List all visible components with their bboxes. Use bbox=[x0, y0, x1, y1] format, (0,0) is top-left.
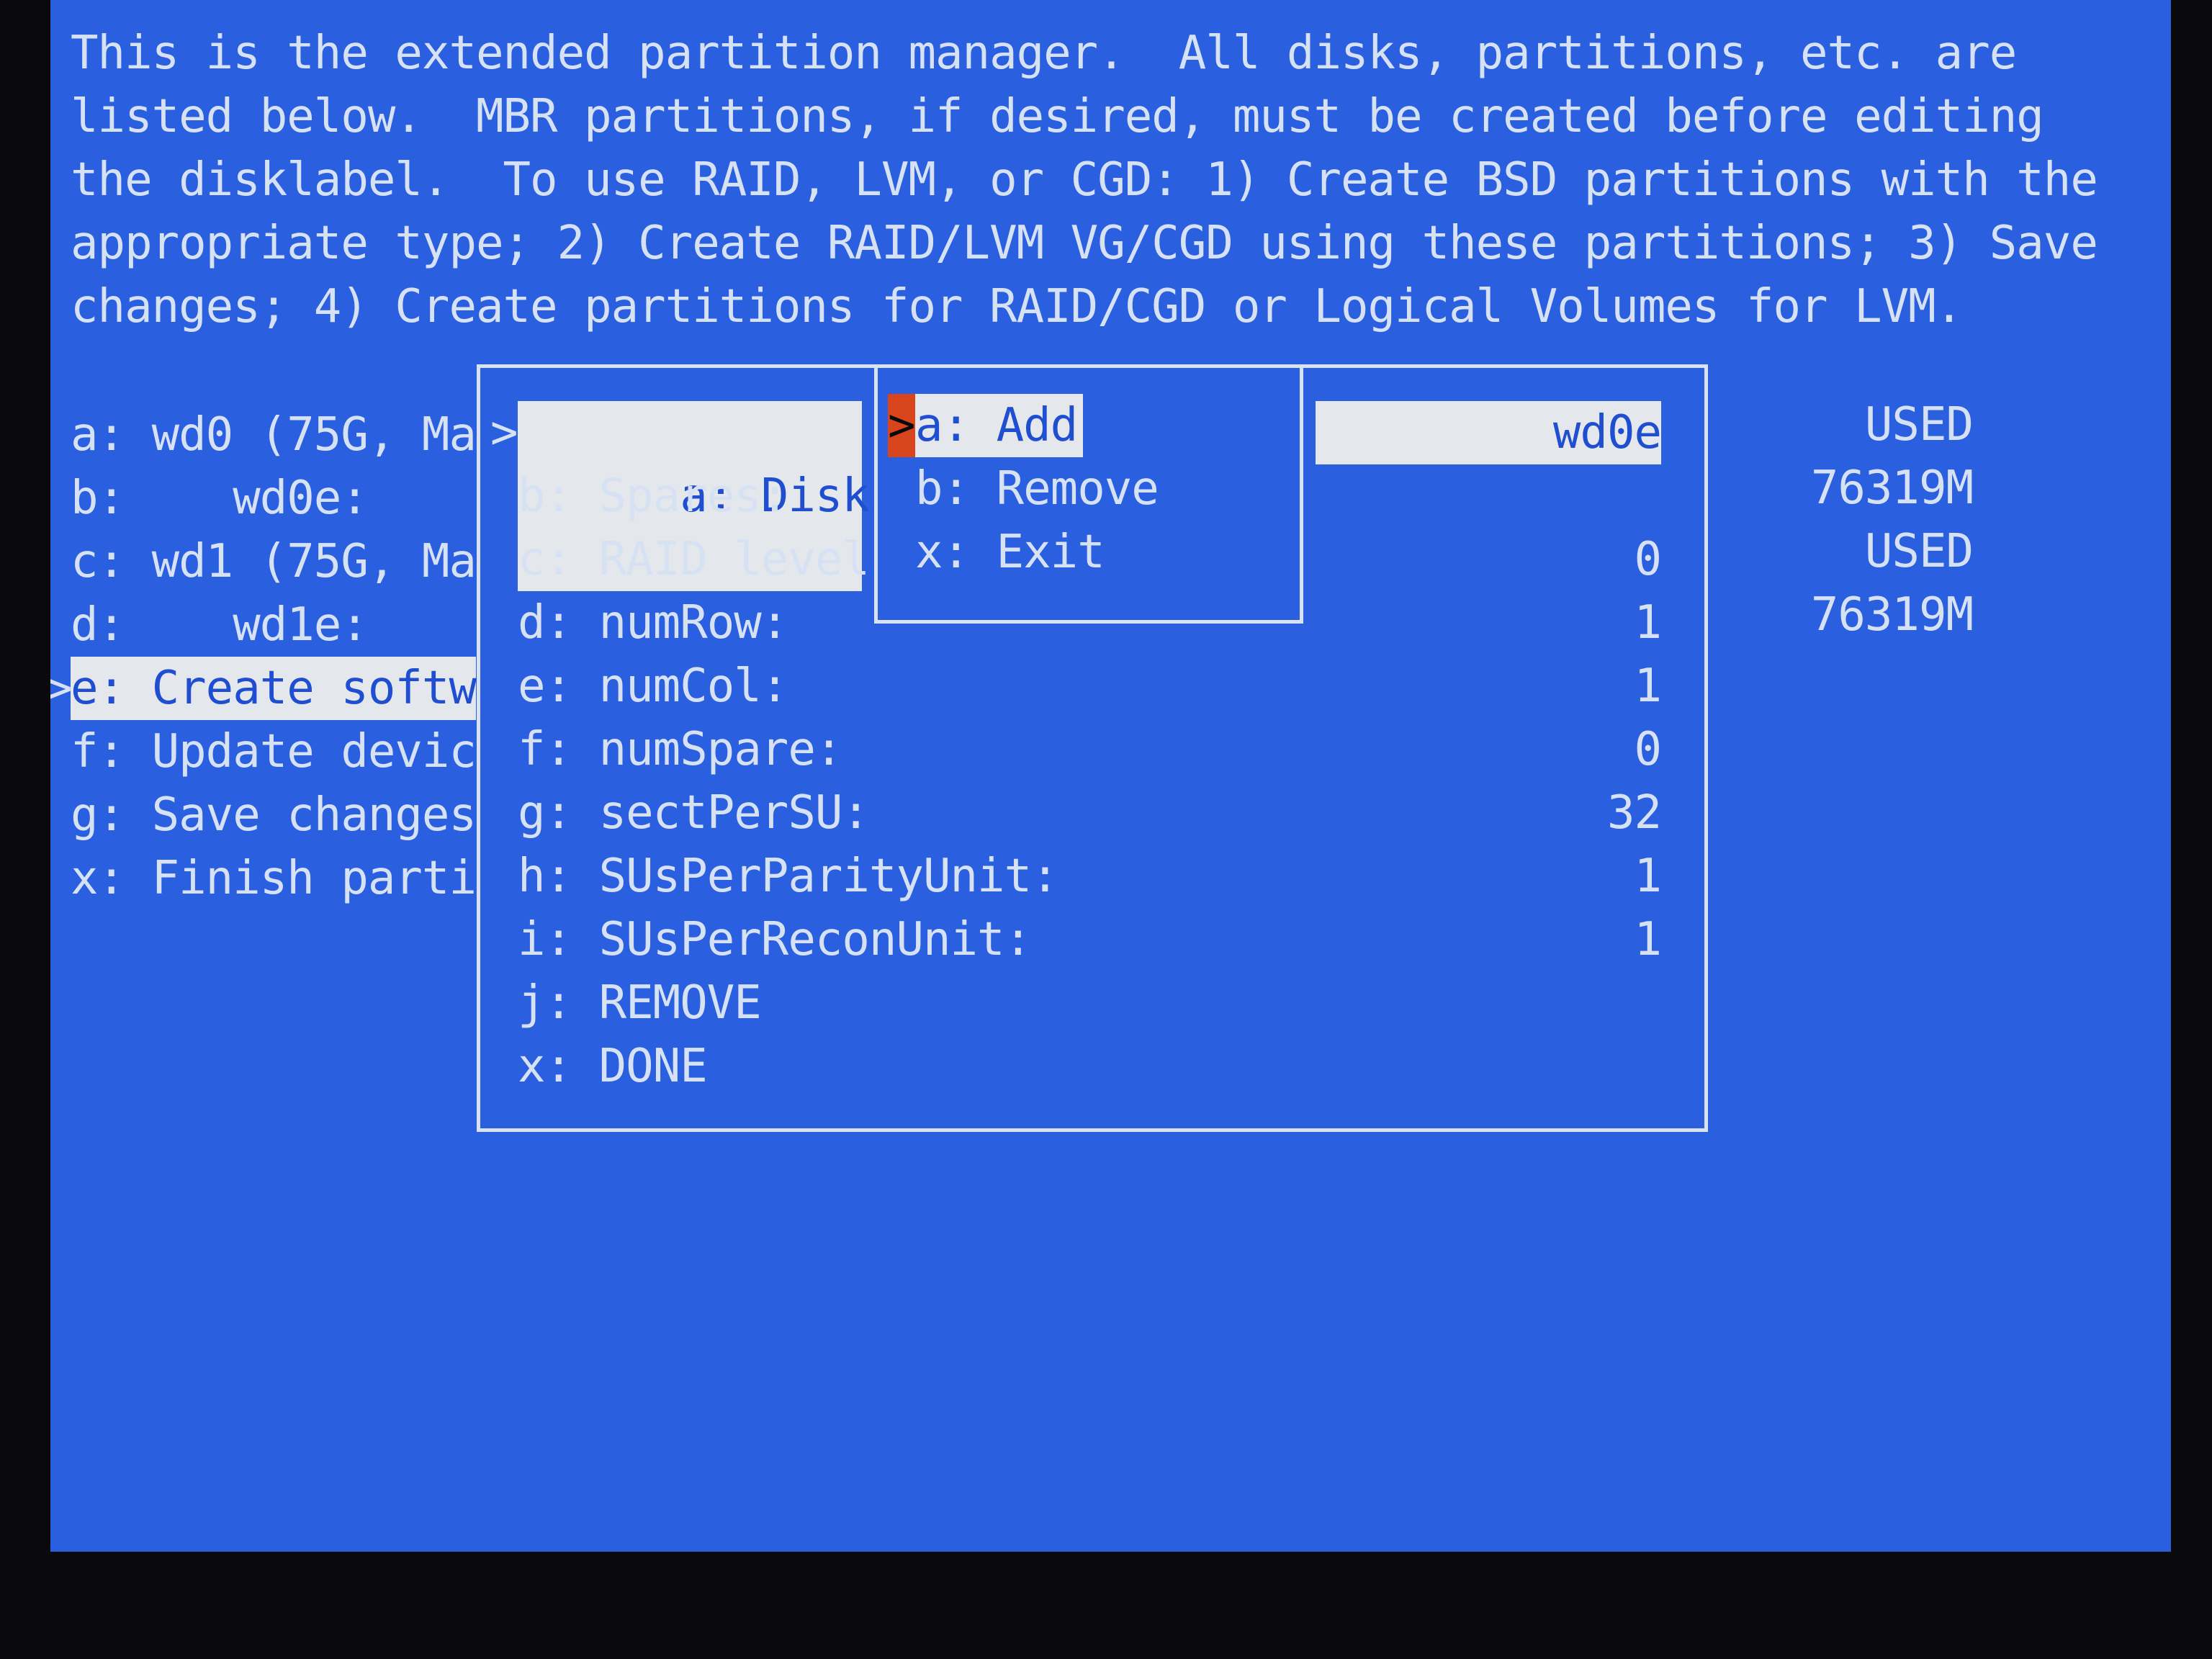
main-status-a: USED bbox=[1864, 398, 1974, 451]
main-item-a[interactable]: a: wd0 (75G, Ma bbox=[71, 403, 477, 467]
submenu-cursor: > bbox=[888, 394, 916, 457]
intro-line-5: changes; 4) Create partitions for RAID/C… bbox=[71, 280, 1963, 333]
raid-value-numspare: 0 bbox=[1634, 723, 1662, 776]
main-item-f[interactable]: f: Update devic bbox=[71, 720, 477, 783]
raid-cursor: > bbox=[490, 406, 518, 459]
raid-value-susperparityunit: 1 bbox=[1634, 850, 1662, 903]
submenu-item-exit[interactable]: x: Exit bbox=[915, 521, 1105, 584]
raid-item-remove[interactable]: j: REMOVE bbox=[518, 971, 762, 1035]
terminal-screen: This is the extended partition manager. … bbox=[50, 0, 2171, 1552]
raid-item-numcol[interactable]: e: numCol: bbox=[518, 655, 788, 718]
raid-item-sectpersu[interactable]: g: sectPerSU: bbox=[518, 781, 870, 845]
raid-item-numspare[interactable]: f: numSpare: bbox=[518, 718, 842, 781]
main-item-d[interactable]: d: wd1e: bbox=[71, 593, 369, 657]
intro-line-1: This is the extended partition manager. … bbox=[71, 27, 2017, 80]
raid-value-raid-level: 0 bbox=[1634, 533, 1662, 586]
intro-line-2: listed below. MBR partitions, if desired… bbox=[71, 90, 2044, 143]
main-item-c[interactable]: c: wd1 (75G, Ma bbox=[71, 530, 477, 593]
raid-item-susperparityunit[interactable]: h: SUsPerParityUnit: bbox=[518, 845, 1059, 908]
raid-item-done[interactable]: x: DONE bbox=[518, 1035, 708, 1098]
main-item-x[interactable]: x: Finish parti bbox=[71, 847, 477, 910]
main-status-c: USED bbox=[1864, 525, 1974, 578]
raid-item-numrow[interactable]: d: numRow: bbox=[518, 591, 788, 655]
main-item-g[interactable]: g: Save changes bbox=[71, 783, 477, 847]
main-status-d: 76319M bbox=[1810, 588, 1974, 642]
intro-line-3: the disklabel. To use RAID, LVM, or CGD:… bbox=[71, 153, 2098, 207]
raid-value-disks: wd0e bbox=[1316, 401, 1662, 464]
disk-submenu: > a: Add b: Remove x: Exit bbox=[874, 364, 1303, 624]
main-status-b: 76319M bbox=[1810, 462, 1974, 515]
raid-value-sectpersu: 32 bbox=[1606, 786, 1662, 840]
intro-line-4: appropriate type; 2) Create RAID/LVM VG/… bbox=[71, 217, 2098, 270]
raid-value-numcol: 1 bbox=[1634, 660, 1662, 713]
raid-item-raid-level[interactable]: c: RAID level bbox=[518, 528, 870, 591]
raid-value-susperreconunit: 1 bbox=[1634, 913, 1662, 966]
raid-value-numrow: 1 bbox=[1634, 596, 1662, 649]
submenu-item-remove[interactable]: b: Remove bbox=[915, 457, 1159, 521]
main-item-b[interactable]: b: wd0e: bbox=[71, 467, 369, 530]
main-item-e-selected[interactable]: e: Create softw bbox=[71, 657, 477, 720]
submenu-item-add[interactable]: a: Add bbox=[915, 394, 1084, 457]
raid-item-spares[interactable]: b: Spares: bbox=[518, 464, 788, 528]
main-cursor: > bbox=[50, 662, 73, 715]
raid-item-susperreconunit[interactable]: i: SUsPerReconUnit: bbox=[518, 908, 1032, 971]
